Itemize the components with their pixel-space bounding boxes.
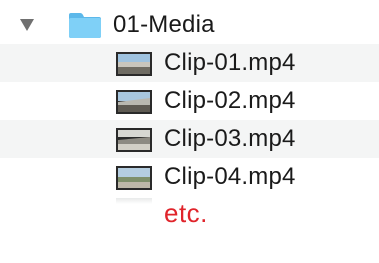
more-files-row: etc. (0, 196, 379, 234)
faded-thumbnail-icon (116, 198, 152, 204)
file-name: Clip-04.mp4 (164, 163, 296, 190)
file-row[interactable]: Clip-04.mp4 (0, 158, 379, 196)
file-name: Clip-01.mp4 (164, 49, 296, 76)
file-name: Clip-03.mp4 (164, 125, 296, 152)
video-thumbnail-icon (116, 128, 152, 152)
file-tree: 01-Media Clip-01.mp4 Clip-02.mp4 Clip-03… (0, 6, 379, 234)
folder-icon (69, 13, 101, 38)
file-row[interactable]: Clip-02.mp4 (0, 82, 379, 120)
video-thumbnail-icon (116, 52, 152, 76)
video-thumbnail-icon (116, 90, 152, 114)
file-row[interactable]: Clip-01.mp4 (0, 44, 379, 82)
folder-row[interactable]: 01-Media (0, 6, 379, 44)
video-thumbnail-icon (116, 166, 152, 190)
file-name: Clip-02.mp4 (164, 87, 296, 114)
disclosure-triangle-icon[interactable] (20, 19, 34, 31)
more-files-label: etc. (164, 198, 208, 228)
folder-name: 01-Media (113, 11, 215, 38)
file-row[interactable]: Clip-03.mp4 (0, 120, 379, 158)
